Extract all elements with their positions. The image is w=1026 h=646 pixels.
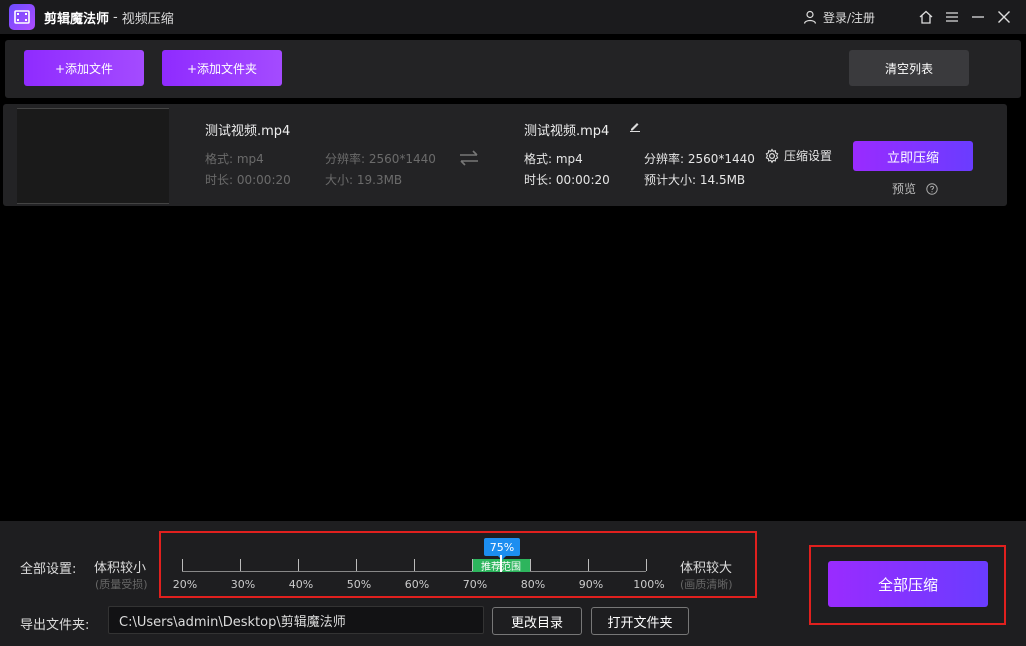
- close-icon: [998, 11, 1010, 23]
- output-est-size: 预计大小: 14.5MB: [644, 173, 746, 187]
- app-name: 剪辑魔法师: [44, 11, 110, 27]
- export-folder-label: 导出文件夹:: [20, 618, 90, 633]
- menu-icon: [946, 12, 958, 22]
- minimize-button[interactable]: [965, 4, 991, 30]
- all-settings-label: 全部设置:: [20, 562, 77, 577]
- clear-list-button[interactable]: 清空列表: [849, 50, 969, 86]
- output-duration: 时长: 00:00:20: [524, 173, 610, 187]
- change-directory-button[interactable]: 更改目录: [492, 607, 582, 635]
- login-register-link[interactable]: 登录/注册: [803, 9, 875, 26]
- minimize-icon: [972, 16, 984, 18]
- source-resolution: 分辨率: 2560*1440: [325, 152, 436, 166]
- compress-all-button[interactable]: 全部压缩: [828, 561, 988, 607]
- home-button[interactable]: [913, 4, 939, 30]
- title-bar: 剪辑魔法师 - 视频压缩 登录/注册: [0, 0, 1026, 34]
- output-file-name: 测试视频.mp4: [524, 124, 610, 139]
- output-format: 格式: mp4: [524, 152, 583, 166]
- file-list-item: 测试视频.mp4 格式: mp4 时长: 00:00:20 分辨率: 2560*…: [3, 104, 1007, 206]
- compress-settings-link[interactable]: 压缩设置: [764, 147, 832, 164]
- menu-button[interactable]: [939, 4, 965, 30]
- source-size: 大小: 19.3MB: [325, 173, 403, 187]
- compress-settings-label: 压缩设置: [784, 149, 833, 163]
- open-folder-button[interactable]: 打开文件夹: [591, 607, 689, 635]
- smaller-size-label: 体积较小: [94, 561, 147, 576]
- close-button[interactable]: [991, 4, 1017, 30]
- compress-now-button[interactable]: 立即压缩: [853, 141, 973, 171]
- source-format: 格式: mp4: [205, 152, 264, 166]
- action-toolbar: +添加文件 +添加文件夹 清空列表: [5, 40, 1021, 98]
- user-icon: [803, 10, 817, 24]
- convert-arrows-icon: [460, 150, 478, 166]
- preview-label: 预览: [892, 182, 917, 196]
- preview-link[interactable]: 预览: [892, 180, 938, 197]
- export-path-field[interactable]: [108, 606, 484, 634]
- global-settings-panel: 全部设置: 体积较小 (质量受损) 推荐范围 75% 20%30%40%50%6…: [0, 521, 1026, 646]
- source-duration: 时长: 00:00:20: [205, 173, 291, 187]
- login-label: 登录/注册: [822, 10, 875, 25]
- source-file-name: 测试视频.mp4: [205, 124, 291, 139]
- output-resolution: 分辨率: 2560*1440: [644, 152, 755, 166]
- slider-highlight-box: [159, 531, 757, 598]
- module-title: 视频压缩: [121, 11, 174, 27]
- gear-icon: [765, 148, 779, 163]
- help-icon[interactable]: [926, 182, 938, 195]
- video-thumbnail: [17, 108, 169, 204]
- add-file-button[interactable]: +添加文件: [24, 50, 144, 86]
- edit-pencil-icon[interactable]: [629, 120, 641, 132]
- smaller-size-note: (质量受损): [95, 578, 148, 591]
- add-folder-button[interactable]: +添加文件夹: [162, 50, 282, 86]
- title-separator: -: [113, 9, 118, 25]
- app-logo-icon: [9, 4, 35, 30]
- home-icon: [919, 10, 933, 24]
